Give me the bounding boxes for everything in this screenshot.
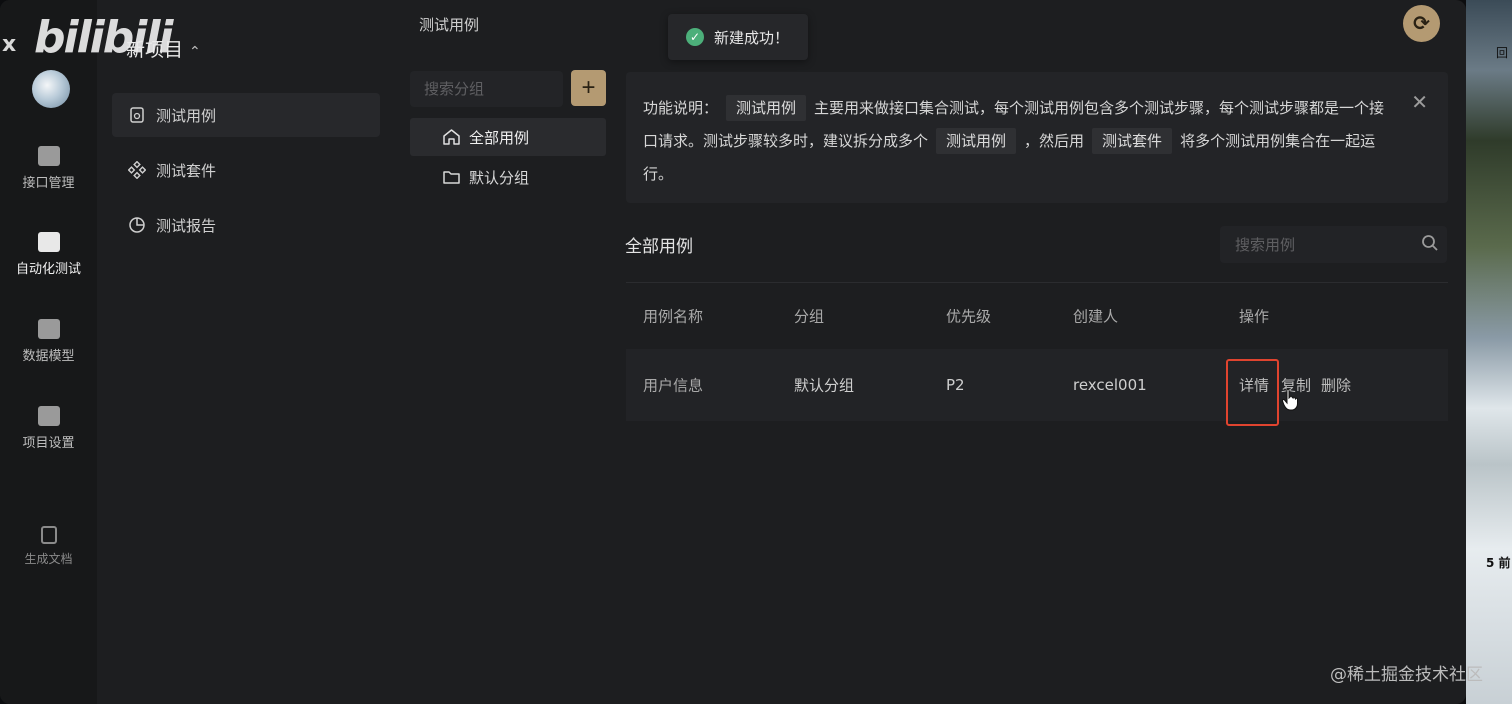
case-search-input[interactable]	[1220, 226, 1447, 263]
column-header: 优先级	[946, 307, 992, 325]
icon-rail: 接口管理 自动化测试 数据模型 项目设置 生成文档	[0, 0, 97, 704]
group-item-default[interactable]: 默认分组	[410, 158, 606, 196]
folder-icon	[443, 171, 460, 184]
section-title: 全部用例	[625, 237, 693, 257]
tag-test-case: 测试用例	[936, 128, 1017, 154]
rail-item-docs[interactable]: 生成文档	[0, 526, 97, 567]
project-settings-icon	[37, 406, 60, 426]
group-label: 默认分组	[469, 168, 530, 187]
api-icon	[37, 146, 60, 166]
test-suite-icon	[128, 161, 146, 179]
rail-item-label: 数据模型	[22, 349, 75, 364]
test-case-icon	[130, 107, 144, 123]
subnav-label: 测试报告	[156, 216, 217, 235]
app-window: 接口管理 自动化测试 数据模型 项目设置 生成文档 x bilibili 新项目…	[0, 0, 1466, 704]
data-model-icon	[37, 319, 60, 339]
case-group: 默认分组	[794, 376, 855, 395]
rail-item-label: 项目设置	[22, 436, 75, 451]
rail-item-api[interactable]: 接口管理	[0, 146, 97, 191]
success-toast: ✓ 新建成功！	[668, 14, 808, 60]
rail-item-data-model[interactable]: 数据模型	[0, 319, 97, 364]
feature-description: 功能说明： 测试用例 主要用来做接口集合测试，每个测试用例包含多个测试步骤，每个测试…	[626, 72, 1448, 203]
project-title: 新项目	[126, 39, 184, 61]
info-text: ，然后用	[1024, 132, 1085, 150]
column-header: 分组	[794, 307, 825, 325]
check-circle-icon: ✓	[686, 28, 704, 46]
case-priority: P2	[946, 376, 965, 394]
column-header: 用例名称	[643, 307, 704, 325]
group-search-input[interactable]	[410, 71, 563, 107]
desktop-label-bottom: 5 前	[1486, 556, 1511, 570]
info-prefix: 功能说明：	[643, 99, 719, 117]
table-header: 用例名称 分组 优先级 创建人 操作	[626, 282, 1448, 348]
group-label: 全部用例	[469, 128, 530, 147]
case-creator: rexcel001	[1073, 376, 1147, 394]
window-close-icon[interactable]: x	[2, 32, 16, 57]
case-name: 用户信息	[643, 376, 704, 395]
toast-text: 新建成功！	[714, 28, 790, 47]
rail-item-project-settings[interactable]: 项目设置	[0, 406, 97, 451]
subnav-label: 测试套件	[156, 161, 217, 180]
chevron-updown-icon: ⌃	[189, 44, 201, 60]
project-switcher[interactable]: 新项目 ⌃	[126, 35, 201, 62]
add-group-button[interactable]: +	[571, 70, 606, 106]
rail-item-label: 生成文档	[24, 552, 73, 566]
desktop-wallpaper: 回 5 前	[1466, 0, 1512, 704]
desktop-label-top: 回	[1496, 46, 1509, 60]
rail-item-label: 接口管理	[22, 176, 75, 191]
avatar[interactable]	[32, 70, 70, 108]
subnav-test-suites[interactable]: 测试套件	[112, 148, 380, 192]
document-icon	[40, 526, 57, 544]
footer-watermark: @稀土掘金技术社区	[1330, 665, 1483, 685]
home-icon	[443, 129, 460, 145]
rail-item-label: 自动化测试	[15, 262, 81, 277]
subnav-label: 测试用例	[156, 106, 217, 125]
tag-test-suite: 测试套件	[1092, 128, 1173, 154]
tag-test-case: 测试用例	[726, 95, 807, 121]
page-title: 测试用例	[419, 16, 480, 34]
close-icon[interactable]: ✕	[1411, 86, 1428, 119]
automation-icon	[37, 232, 60, 252]
delete-link[interactable]: 删除	[1321, 375, 1351, 396]
highlight-box	[1226, 359, 1279, 426]
column-header: 创建人	[1073, 307, 1119, 325]
hand-cursor-icon	[1281, 388, 1298, 411]
table-row[interactable]: 用户信息 默认分组 P2 rexcel001 详情 复制 删除	[626, 349, 1448, 421]
subnav-test-reports[interactable]: 测试报告	[112, 203, 380, 247]
rail-item-automation[interactable]: 自动化测试	[0, 232, 97, 277]
group-item-all[interactable]: 全部用例	[410, 118, 606, 156]
column-header: 操作	[1239, 307, 1270, 325]
search-icon[interactable]	[1420, 233, 1440, 253]
subnav-test-cases[interactable]: 测试用例	[112, 93, 380, 137]
refresh-icon[interactable]: ⟳	[1403, 5, 1440, 42]
report-pie-icon	[129, 217, 145, 233]
